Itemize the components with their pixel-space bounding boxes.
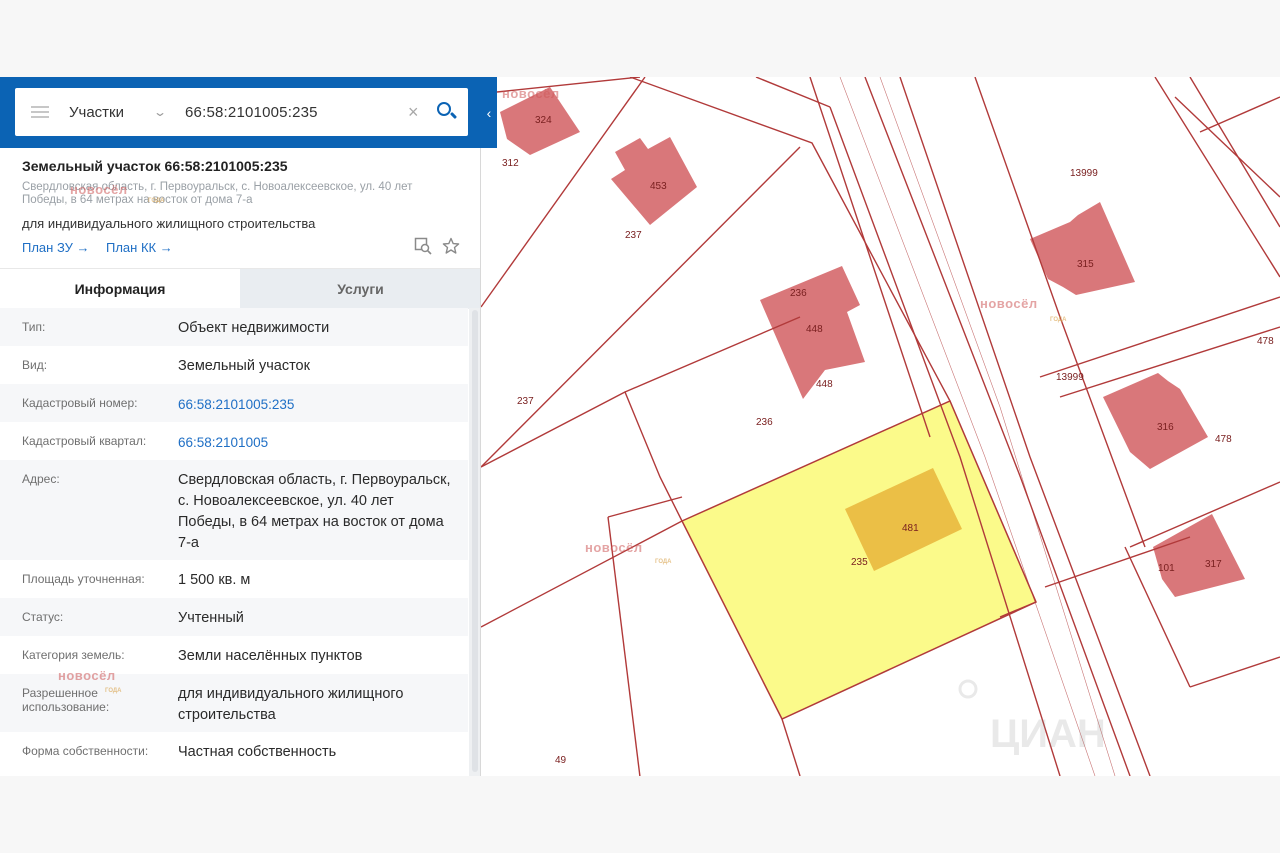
app-frame: 324 312 453 237 237 13999 13999 315 478 … (0, 77, 1280, 776)
map-label: 316 (1157, 422, 1174, 433)
info-label: Кадастровый квартал: (22, 434, 147, 448)
novosel-watermark-sub: ГОДА (105, 688, 122, 694)
info-row-area: Площадь уточненная: 1 500 кв. м (0, 560, 468, 598)
chevron-down-icon[interactable]: ⌄ (153, 105, 181, 119)
map-label: 315 (1077, 259, 1094, 270)
info-value: для индивидуального жилищного строительс… (178, 686, 404, 723)
novosel-watermark-sub: ГОДА (1050, 317, 1067, 323)
map-label: 236 (756, 417, 773, 428)
plot-purpose: для индивидуального жилищного строительс… (22, 216, 316, 231)
novosel-watermark: новосёл (502, 86, 560, 101)
info-label: Тип: (22, 320, 46, 334)
map-label: 478 (1215, 434, 1232, 445)
novosel-watermark: новосёл (58, 668, 116, 683)
info-panel: Земельный участок 66:58:2101005:235 Свер… (0, 77, 481, 776)
map-label: 13999 (1056, 372, 1084, 383)
search-bar: Участки ⌄ 66:58:2101005:235 × ‹ (0, 77, 497, 148)
map-label: 101 (1158, 563, 1175, 574)
map-label: 453 (650, 181, 667, 192)
info-row-type: Тип: Объект недвижимости (0, 308, 468, 346)
tab-services[interactable]: Услуги (240, 269, 480, 309)
info-row-status: Статус: Учтенный (0, 598, 468, 636)
map-label: 312 (502, 158, 519, 169)
cadastral-number-link[interactable]: 66:58:2101005:235 (178, 394, 453, 415)
search-box: Участки ⌄ 66:58:2101005:235 × (15, 88, 468, 136)
scrollbar-thumb[interactable] (472, 310, 478, 772)
novosel-watermark: новосёл (70, 182, 128, 197)
clear-icon[interactable]: × (408, 102, 430, 123)
map-label: 478 (1257, 336, 1274, 347)
info-label: Кадастровый номер: (22, 396, 138, 410)
map-zoom-icon[interactable] (413, 237, 433, 257)
map-label: 236 (790, 288, 807, 299)
info-value: Частная собственность (178, 744, 337, 760)
plan-zu-link[interactable]: План ЗУ → (22, 240, 90, 255)
info-row-ownership: Форма собственности: Частная собственнос… (0, 732, 468, 772)
info-label: Форма собственности: (22, 744, 149, 758)
map-label: 481 (902, 523, 919, 534)
info-value: Земельный участок (178, 358, 310, 374)
info-value: 1 500 кв. м (178, 572, 251, 588)
map-label: 237 (625, 230, 642, 241)
map-label: 237 (517, 396, 534, 407)
cian-watermark-text: ЦИАН (990, 712, 1106, 756)
cadastral-quarter-link[interactable]: 66:58:2101005 (178, 432, 453, 453)
search-icon[interactable] (434, 99, 460, 125)
map-label: 448 (806, 324, 823, 335)
star-icon[interactable] (441, 237, 461, 257)
info-value: Свердловская область, г. Первоуральск, с… (178, 472, 451, 551)
plan-kk-link[interactable]: План КК → (106, 240, 173, 255)
map-label: 324 (535, 115, 552, 126)
info-table: Тип: Объект недвижимости Вид: Земельный … (0, 308, 468, 772)
map-label: 235 (851, 557, 868, 568)
plot-title: Земельный участок 66:58:2101005:235 (22, 158, 288, 174)
menu-icon[interactable] (31, 106, 49, 118)
map-label: 448 (816, 379, 833, 390)
map-label: 13999 (1070, 168, 1098, 179)
info-row-address: Адрес: Свердловская область, г. Первоура… (0, 460, 468, 560)
info-value: Учтенный (178, 610, 244, 626)
map-label: 49 (555, 755, 567, 766)
tab-info[interactable]: Информация (0, 269, 240, 309)
info-value: Объект недвижимости (178, 320, 330, 336)
panel-scrollbar[interactable] (469, 308, 480, 776)
info-row-cadastral-number: Кадастровый номер: 66:58:2101005:235 (0, 384, 468, 422)
info-row-kind: Вид: Земельный участок (0, 346, 468, 384)
novosel-watermark: новосёл (980, 296, 1038, 311)
category-select[interactable]: Участки (69, 104, 157, 121)
info-label: Вид: (22, 358, 48, 372)
info-row-cadastral-quarter: Кадастровый квартал: 66:58:2101005 (0, 422, 468, 460)
info-label: Разрешенное использование: (22, 686, 110, 714)
novosel-watermark-sub: ГОДА (148, 198, 165, 204)
novosel-watermark-sub: ГОДА (655, 559, 672, 565)
plot-header: Земельный участок 66:58:2101005:235 Свер… (0, 148, 480, 268)
search-input[interactable]: 66:58:2101005:235 (185, 104, 405, 121)
tab-bar: Информация Услуги (0, 268, 480, 309)
info-label: Площадь уточненная: (22, 572, 145, 586)
info-label: Адрес: (22, 472, 60, 486)
info-label: Статус: (22, 610, 64, 624)
info-label: Категория земель: (22, 648, 125, 662)
novosel-watermark: новосёл (585, 540, 643, 555)
collapse-panel-icon[interactable]: ‹ (481, 101, 497, 125)
map-label: 317 (1205, 559, 1222, 570)
info-value: Земли населённых пунктов (178, 648, 363, 664)
